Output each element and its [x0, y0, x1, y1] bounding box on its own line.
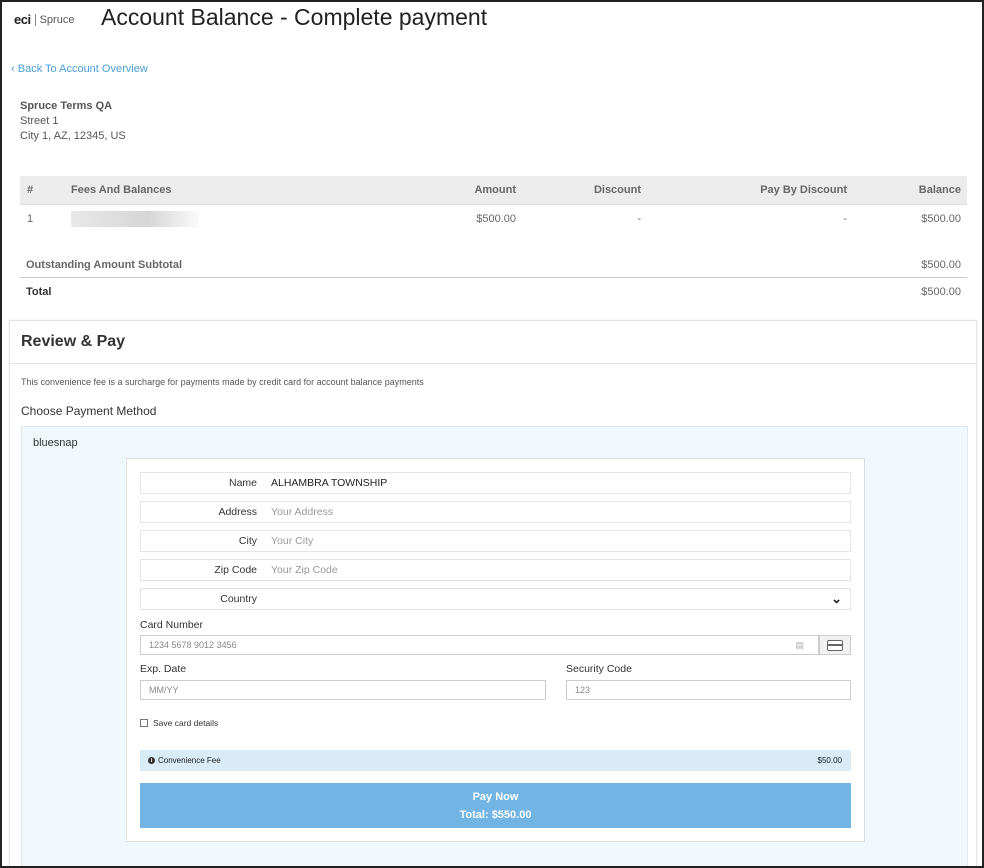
- exp-date-label: Exp. Date: [140, 663, 187, 675]
- city-field[interactable]: City Your City: [140, 530, 851, 552]
- zip-code-field[interactable]: Zip Code Your Zip Code: [140, 559, 851, 581]
- total-value: $500.00: [921, 286, 961, 298]
- payment-form: Name ALHAMBRA TOWNSHIP Address Your Addr…: [126, 458, 865, 842]
- eci-spruce-logo: eci Spruce: [14, 12, 74, 27]
- fees-table-header: # Fees And Balances Amount Discount Pay …: [20, 176, 967, 205]
- city-input[interactable]: Your City: [271, 535, 313, 547]
- convenience-fee-value: $50.00: [817, 756, 842, 765]
- row-fee-name-redacted: [66, 211, 416, 227]
- total-row: Total $500.00: [20, 279, 967, 305]
- security-code-label: Security Code: [566, 663, 632, 675]
- address-label: Address: [218, 506, 257, 518]
- bluesnap-payment-panel: bluesnap Name ALHAMBRA TOWNSHIP Address …: [21, 426, 968, 866]
- exp-date-placeholder: MM/YY: [149, 685, 179, 695]
- security-code-placeholder: 123: [575, 685, 591, 695]
- name-field[interactable]: Name ALHAMBRA TOWNSHIP: [140, 472, 851, 494]
- redacted-text-blur: [71, 211, 199, 227]
- save-card-details-row[interactable]: Save card details: [140, 718, 218, 728]
- zip-code-input[interactable]: Your Zip Code: [271, 564, 338, 576]
- card-number-placeholder: 1234 5678 9012 3456: [149, 640, 237, 650]
- name-label: Name: [228, 477, 257, 489]
- col-header-number: #: [27, 184, 34, 196]
- review-and-pay-card: Review & Pay This convenience fee is a s…: [9, 320, 977, 866]
- row-number: 1: [27, 213, 34, 225]
- credit-card-button[interactable]: [819, 635, 851, 655]
- row-amount: $500.00: [476, 213, 516, 225]
- table-row: 1 $500.00 - - $500.00: [20, 205, 967, 233]
- zip-code-label: Zip Code: [214, 564, 257, 576]
- row-balance: $500.00: [921, 213, 961, 225]
- col-header-pay-by-discount: Pay By Discount: [760, 184, 847, 196]
- fees-table: # Fees And Balances Amount Discount Pay …: [20, 176, 967, 233]
- save-card-checkbox[interactable]: [140, 719, 148, 727]
- pay-now-button[interactable]: Pay Now Total: $550.00: [140, 783, 851, 828]
- convenience-fee-label-wrap: i Convenience Fee: [148, 756, 221, 765]
- address-input[interactable]: Your Address: [271, 506, 333, 518]
- save-card-label: Save card details: [153, 718, 219, 728]
- col-header-discount: Discount: [593, 184, 641, 196]
- subtotal-label: Outstanding Amount Subtotal: [26, 258, 183, 271]
- back-to-account-overview-link[interactable]: ‹ Back To Account Overview: [11, 63, 148, 75]
- account-street: Street 1: [20, 115, 59, 127]
- card-number-label: Card Number: [140, 619, 204, 631]
- review-and-pay-title: Review & Pay: [10, 321, 976, 364]
- choose-payment-method-label: Choose Payment Method: [21, 404, 157, 418]
- col-header-balance: Balance: [918, 184, 961, 196]
- convenience-fee-bar: i Convenience Fee $50.00: [140, 750, 851, 771]
- convenience-fee-note: This convenience fee is a surcharge for …: [21, 377, 424, 387]
- page-title: Account Balance - Complete payment: [101, 4, 488, 30]
- outstanding-subtotal-row: Outstanding Amount Subtotal $500.00: [20, 252, 967, 278]
- chevron-down-icon[interactable]: ⌄: [831, 591, 842, 607]
- city-label: City: [238, 535, 257, 547]
- address-field[interactable]: Address Your Address: [140, 501, 851, 523]
- total-label: Total: [26, 286, 52, 298]
- name-input[interactable]: ALHAMBRA TOWNSHIP: [271, 477, 387, 489]
- logo-spruce-text: Spruce: [39, 13, 75, 26]
- account-name: Spruce Terms QA: [20, 100, 113, 112]
- info-icon: i: [148, 757, 155, 765]
- row-pay-by-discount: -: [843, 213, 847, 225]
- country-label: Country: [220, 593, 257, 605]
- pay-now-total: Total: $550.00: [459, 808, 532, 821]
- logo-divider: [34, 13, 36, 26]
- country-select[interactable]: Country ⌄: [140, 588, 851, 610]
- convenience-fee-label: Convenience Fee: [158, 756, 221, 765]
- exp-date-input[interactable]: MM/YY: [140, 680, 546, 700]
- account-address: Spruce Terms QA Street 1 City 1, AZ, 123…: [20, 99, 126, 144]
- subtotal-value: $500.00: [921, 258, 961, 271]
- page-frame: eci Spruce Account Balance - Complete pa…: [0, 0, 984, 868]
- pay-now-label: Pay Now: [472, 790, 519, 803]
- col-header-fees: Fees And Balances: [71, 184, 172, 196]
- security-code-input[interactable]: 123: [566, 680, 851, 700]
- logo-eci-text: eci: [14, 12, 31, 27]
- payment-provider-label: bluesnap: [33, 437, 78, 449]
- row-discount: -: [637, 213, 641, 225]
- card-number-input[interactable]: 1234 5678 9012 3456 ▤: [140, 635, 819, 655]
- credit-card-icon: [827, 639, 843, 651]
- card-type-icon: ▤: [795, 639, 804, 650]
- back-link-label: Back To Account Overview: [17, 63, 148, 75]
- col-header-amount: Amount: [474, 184, 516, 196]
- chevron-left-icon: ‹: [11, 63, 15, 75]
- account-city-line: City 1, AZ, 12345, US: [20, 130, 126, 142]
